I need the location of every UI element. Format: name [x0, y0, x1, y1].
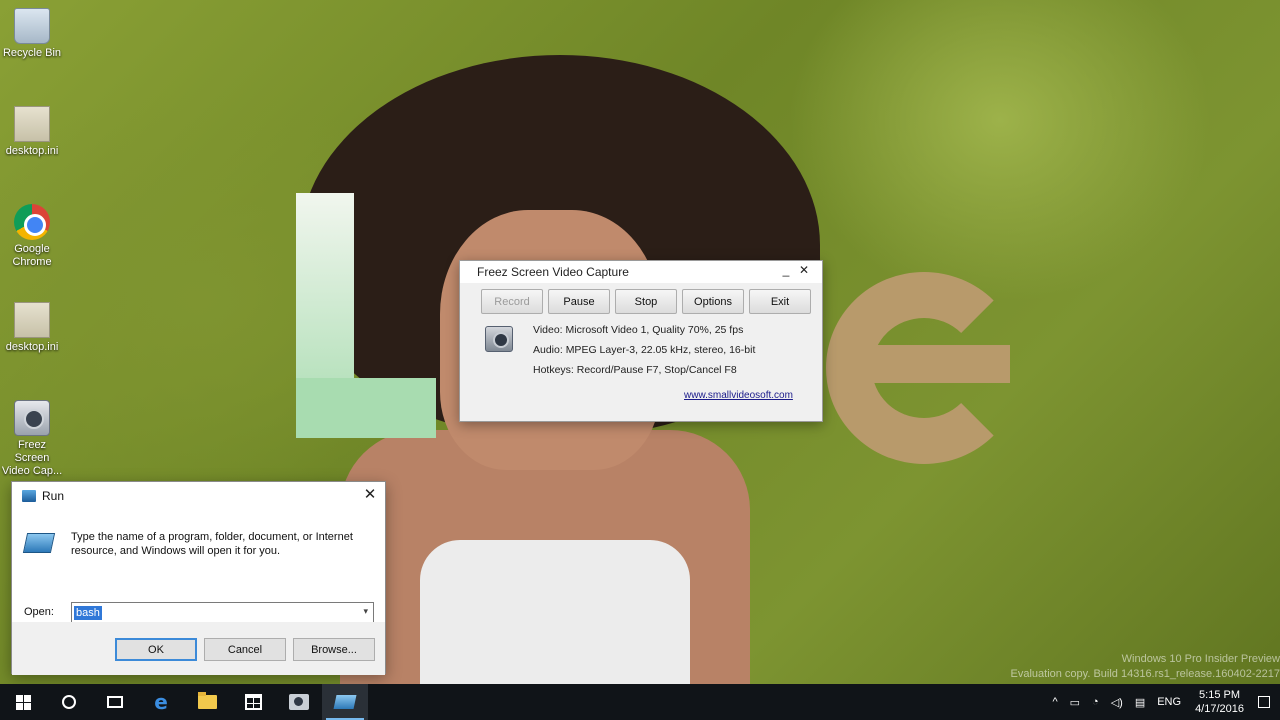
recycle-bin-icon: [14, 8, 50, 44]
clock-time: 5:15 PM: [1199, 689, 1241, 701]
taskbar: e ^ ▭ ◔ ◁) ▤ ENG 5:15 PM 4/17/2016: [0, 684, 1280, 720]
run-title: Run: [42, 488, 65, 503]
freez-window: Freez Screen Video Capture _ ✕ Record Pa…: [459, 260, 823, 422]
desktop-icon-desktop-ini[interactable]: desktop.ini: [0, 106, 64, 158]
file-icon: [14, 106, 50, 142]
task-view-button[interactable]: [92, 684, 138, 720]
desktop-icon-freez[interactable]: Freez Screen Video Cap...: [0, 400, 64, 478]
stop-button[interactable]: Stop: [615, 289, 677, 314]
freez-titlebar[interactable]: Freez Screen Video Capture _ ✕: [460, 261, 822, 283]
desktop-icon-label: desktop.ini: [5, 341, 59, 353]
run-content: Type the name of a program, folder, docu…: [12, 509, 385, 675]
open-input-value[interactable]: bash: [74, 605, 102, 620]
task-view-icon: [107, 696, 123, 708]
video-settings: Video: Microsoft Video 1, Quality 70%, 2…: [533, 324, 744, 336]
system-tray: ^ ▭ ◔ ◁) ▤ ENG 5:15 PM 4/17/2016: [1046, 684, 1280, 720]
open-label: Open:: [24, 606, 54, 618]
freez-info-panel: Video: Microsoft Video 1, Quality 70%, 2…: [460, 314, 822, 424]
minimize-button[interactable]: _: [777, 263, 795, 277]
desktop-icon-label: desktop.ini: [5, 145, 59, 157]
chevron-down-icon[interactable]: ▾: [363, 606, 368, 617]
store-icon: [244, 694, 262, 710]
language-indicator[interactable]: ENG: [1157, 696, 1181, 708]
freez-title: Freez Screen Video Capture: [477, 265, 629, 279]
run-app-icon: [22, 489, 36, 502]
desktop-icon-label: Recycle Bin: [2, 47, 62, 59]
browse-button[interactable]: Browse...: [293, 638, 375, 661]
clock-date: 4/17/2016: [1195, 703, 1244, 715]
close-button[interactable]: ✕: [361, 486, 379, 504]
battery-icon[interactable]: ▭: [1070, 696, 1080, 709]
desktop-icon-desktop-ini-2[interactable]: desktop.ini: [0, 302, 64, 354]
camera-icon: [289, 694, 309, 710]
ok-button[interactable]: OK: [115, 638, 197, 661]
desktop-icon-google-chrome[interactable]: Google Chrome: [0, 204, 64, 269]
wifi-icon[interactable]: ◔: [1092, 696, 1099, 708]
cortana-icon: [62, 695, 76, 709]
record-button[interactable]: Record: [481, 289, 543, 314]
windows-logo-icon: [15, 694, 31, 710]
run-titlebar[interactable]: Run ✕: [12, 482, 385, 509]
open-combobox[interactable]: bash ▾: [71, 602, 374, 623]
audio-settings: Audio: MPEG Layer-3, 22.05 kHz, stereo, …: [533, 344, 756, 356]
windows-watermark: Windows 10 Pro Insider Preview Evaluatio…: [1011, 652, 1280, 682]
watermark-line-2: Evaluation copy. Build 14316.rs1_release…: [1010, 668, 1280, 680]
file-icon: [14, 302, 50, 338]
close-button[interactable]: ✕: [795, 263, 813, 277]
run-description: Type the name of a program, folder, docu…: [71, 531, 353, 557]
run-icon: [22, 533, 56, 553]
folder-icon: [197, 692, 217, 709]
hotkeys-info: Hotkeys: Record/Pause F7, Stop/Cancel F8: [533, 364, 737, 376]
clock[interactable]: 5:15 PM 4/17/2016: [1195, 688, 1244, 716]
pause-button[interactable]: Pause: [548, 289, 610, 314]
run-dialog: Run ✕ Type the name of a program, folder…: [11, 481, 386, 675]
notifications-icon[interactable]: [1258, 696, 1270, 708]
volume-icon[interactable]: ◁): [1111, 696, 1123, 709]
camera-icon: [14, 400, 50, 436]
exit-button[interactable]: Exit: [749, 289, 811, 314]
wallpaper-letter-e-bar: [860, 345, 1010, 383]
watermark-line-1: Windows 10 Pro Insider Preview: [1121, 653, 1280, 665]
taskbar-freez[interactable]: [276, 684, 322, 720]
desktop-icon-label: Google Chrome: [12, 243, 52, 268]
action-center-icon[interactable]: ▤: [1135, 696, 1145, 709]
run-icon: [333, 695, 357, 709]
desktop-icon-label: Freez Screen Video Cap...: [1, 439, 63, 477]
edge-icon: e: [154, 690, 168, 714]
taskbar-store[interactable]: [230, 684, 276, 720]
website-link[interactable]: www.smallvideosoft.com: [684, 390, 793, 401]
cortana-button[interactable]: [46, 684, 92, 720]
taskbar-edge[interactable]: e: [138, 684, 184, 720]
run-button-bar: OK Cancel Browse...: [12, 622, 385, 675]
camera-icon: [485, 326, 513, 352]
taskbar-file-explorer[interactable]: [184, 684, 230, 720]
start-button[interactable]: [0, 684, 46, 720]
taskbar-run[interactable]: [322, 684, 368, 720]
show-hidden-icons-button[interactable]: ^: [1052, 696, 1057, 708]
options-button[interactable]: Options: [682, 289, 744, 314]
wallpaper-shirt: [420, 540, 690, 690]
cancel-button[interactable]: Cancel: [204, 638, 286, 661]
freez-toolbar: Record Pause Stop Options Exit: [460, 283, 822, 314]
desktop-icon-recycle-bin[interactable]: Recycle Bin: [0, 8, 64, 60]
wallpaper-letter-l-base: [296, 378, 436, 438]
chrome-icon: [14, 204, 50, 240]
